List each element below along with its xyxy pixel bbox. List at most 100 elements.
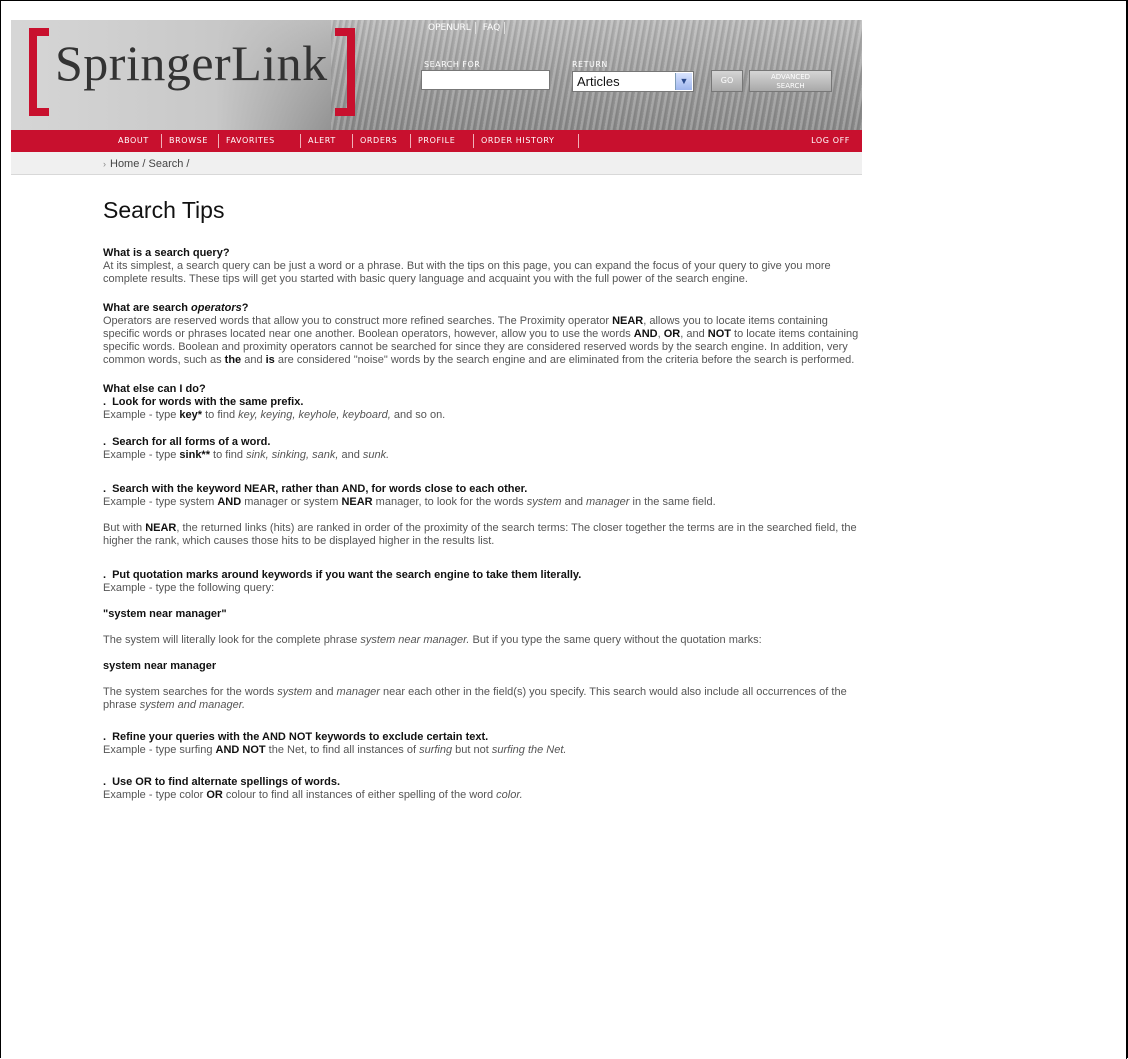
keyword-or: OR — [663, 328, 681, 340]
text: Example - type — [103, 409, 180, 421]
tip-paragraph: But with NEAR, the returned links (hits)… — [103, 522, 863, 548]
text: and so on. — [390, 409, 446, 421]
text: and — [312, 686, 337, 698]
bullet: . — [103, 436, 107, 448]
tip-heading: . Search for all forms of a word. — [103, 436, 863, 449]
text: The system searches for the words — [103, 686, 278, 698]
text: colour to find all instances of either s… — [222, 789, 497, 801]
tip-heading: . Search with the keyword NEAR, rather th… — [103, 483, 863, 496]
advanced-search-label-2: SEARCH — [776, 82, 805, 90]
text: system — [526, 496, 562, 508]
top-links: OPENURL FAQ — [424, 22, 508, 34]
text: sink, sinking, sank, — [246, 449, 339, 461]
text: to find — [210, 449, 247, 461]
breadcrumb: › Home / Search / — [103, 158, 189, 170]
tip-text: Refine your queries with the AND NOT key… — [112, 731, 489, 743]
text: surfing the Net. — [491, 744, 567, 756]
nav-divider — [218, 134, 219, 148]
text: , and — [680, 328, 708, 340]
nav-alert[interactable]: ALERT — [308, 136, 336, 145]
nav-divider — [300, 134, 301, 148]
text: but not — [452, 744, 492, 756]
text: NEAR — [341, 496, 373, 508]
nav-log-off[interactable]: LOG OFF — [811, 136, 850, 145]
nav-orders[interactable]: ORDERS — [360, 136, 397, 145]
text: sink** — [179, 449, 210, 461]
return-select[interactable]: Articles ▼ — [572, 71, 694, 92]
faq-link[interactable]: FAQ — [479, 22, 506, 34]
section-heading: What are search operators? — [103, 302, 863, 315]
text: manager, to look for the words — [372, 496, 527, 508]
text: The system will literally look for the c… — [103, 634, 361, 646]
text: manager — [336, 686, 380, 698]
page-title: Search Tips — [103, 197, 225, 223]
nav-divider — [161, 134, 162, 148]
text: system near manager. — [360, 634, 470, 646]
text: manager or system — [241, 496, 342, 508]
go-button[interactable]: GO — [711, 70, 743, 92]
text: Example - type — [103, 449, 180, 461]
nav-favorites[interactable]: FAVORITES — [226, 136, 275, 145]
text: NEAR — [145, 522, 177, 534]
tip-text: Put quotation marks around keywords if y… — [112, 569, 582, 581]
return-label: RETURN — [572, 60, 608, 69]
tip-example: Example - type surfing AND NOT the Net, … — [103, 744, 863, 757]
nav-divider — [352, 134, 353, 148]
breadcrumb-arrow-icon: › — [103, 159, 106, 169]
text: system and manager. — [139, 699, 246, 711]
tip-example: Example - type the following query: — [103, 582, 275, 594]
text: and — [561, 496, 587, 508]
advanced-search-button[interactable]: ADVANCED SEARCH — [749, 70, 832, 92]
text: OR — [206, 789, 223, 801]
nav-divider — [578, 134, 579, 148]
nav-browse[interactable]: BROWSE — [169, 136, 208, 145]
return-selected-value: Articles — [577, 74, 620, 89]
bullet: . — [103, 569, 107, 581]
heading-part: ? — [241, 302, 249, 314]
section-body: At its simplest, a search query can be j… — [103, 260, 831, 285]
text: sunk. — [362, 449, 390, 461]
keyword-near: NEAR — [612, 315, 644, 327]
text: in the same field. — [629, 496, 716, 508]
nav-about[interactable]: ABOUT — [118, 136, 149, 145]
advanced-search-label-1: ADVANCED — [770, 73, 811, 81]
tip-paragraph: The system searches for the words system… — [103, 686, 863, 712]
text: system — [277, 686, 313, 698]
text: But with — [103, 522, 146, 534]
tip-text: Look for words with the same prefix. — [112, 396, 304, 408]
text: surfing — [419, 744, 453, 756]
text: , the returned links (hits) are ranked i… — [103, 522, 857, 547]
tip-text: Search with the keyword NEAR, rather tha… — [112, 483, 528, 495]
section-heading: What else can I do? — [103, 383, 206, 395]
breadcrumb-links[interactable]: Home / Search / — [110, 158, 189, 170]
tip-example: Example - type sink** to find sink, sink… — [103, 449, 863, 462]
example-query: "system near manager" — [103, 608, 227, 620]
text: AND NOT — [215, 744, 266, 756]
bullet: . — [103, 396, 107, 408]
search-input[interactable] — [421, 70, 550, 90]
nav-profile[interactable]: PROFILE — [418, 136, 455, 145]
logo-text: SpringerLink — [55, 35, 328, 91]
heading-part: What are search — [103, 302, 192, 314]
openurl-link[interactable]: OPENURL — [424, 22, 476, 34]
nav-order-history[interactable]: ORDER HISTORY — [481, 136, 555, 145]
bullet: . — [103, 776, 107, 788]
tip-text: Use OR to find alternate spellings of wo… — [112, 776, 341, 788]
tip-example: Example - type key* to find key, keying,… — [103, 409, 863, 422]
tip-heading: . Put quotation marks around keywords if … — [103, 569, 863, 582]
text: are considered "noise" words by the sear… — [274, 354, 855, 366]
main-nav: ABOUT BROWSE FAVORITES ALERT ORDERS PROF… — [11, 130, 862, 152]
section-body: Operators are reserved words that allow … — [103, 315, 863, 367]
springerlink-logo[interactable]: SpringerLink — [11, 28, 356, 116]
tip-heading: . Refine your queries with the AND NOT ke… — [103, 731, 863, 744]
keyword-the: the — [224, 354, 242, 366]
page-frame-right — [1126, 0, 1127, 1059]
keyword-and: AND — [633, 328, 658, 340]
section-heading: What is a search query? — [103, 247, 230, 259]
bullet: . — [103, 483, 107, 495]
text: Operators are reserved words that allow … — [103, 315, 613, 327]
text: key, keying, keyhole, keyboard, — [238, 409, 391, 421]
keyword-not: NOT — [707, 328, 731, 340]
chevron-down-icon[interactable]: ▼ — [675, 73, 692, 90]
tip-text: Search for all forms of a word. — [112, 436, 271, 448]
